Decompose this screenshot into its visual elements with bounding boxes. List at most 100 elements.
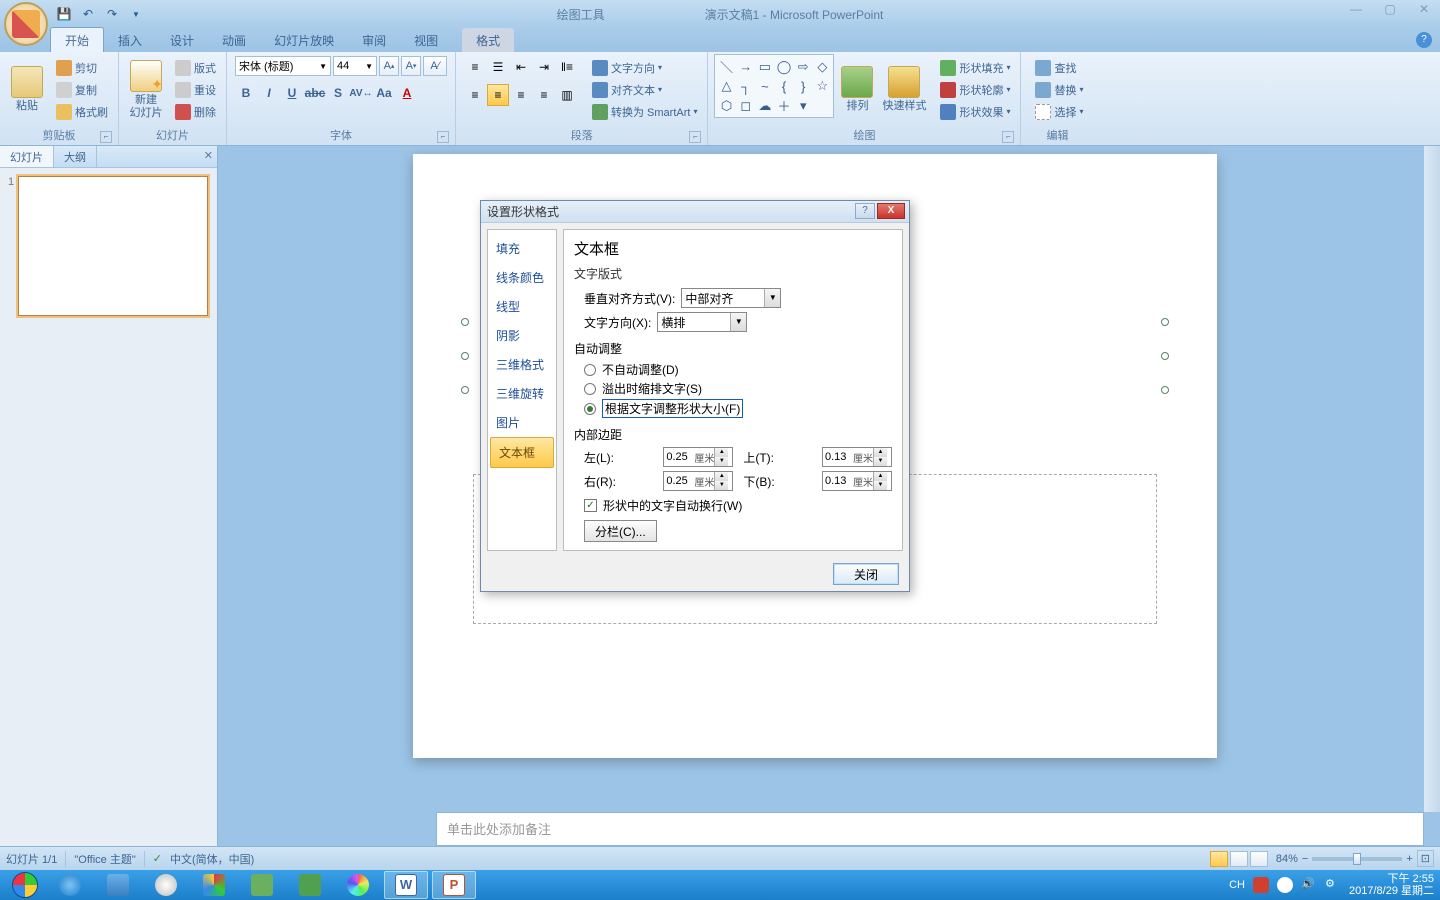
columns-button[interactable]: ▥ — [556, 84, 578, 106]
taskbar-clock[interactable]: 下午 2:55 2017/8/29 星期二 — [1349, 873, 1434, 897]
numbering-button[interactable]: ☰ — [487, 56, 509, 78]
spin-down-icon[interactable]: ▼ — [874, 481, 887, 490]
copy-button[interactable]: 复制 — [52, 80, 112, 100]
margin-bottom-input[interactable]: 厘米▲▼ — [822, 471, 892, 491]
resize-handle[interactable] — [1161, 386, 1169, 394]
zoom-slider[interactable] — [1312, 857, 1402, 861]
reset-button[interactable]: 重设 — [171, 80, 220, 100]
layout-button[interactable]: 版式 — [171, 58, 220, 78]
strike-button[interactable]: abc — [304, 82, 326, 104]
drawing-launcher-icon[interactable]: ⌐ — [1002, 131, 1014, 143]
tab-insert[interactable]: 插入 — [104, 28, 156, 52]
panel-close-icon[interactable]: ✕ — [204, 149, 213, 162]
tab-review[interactable]: 审阅 — [348, 28, 400, 52]
taskbar-app1[interactable] — [144, 871, 188, 899]
shrink-font-button[interactable]: A▾ — [401, 56, 421, 76]
spin-up-icon[interactable]: ▲ — [715, 448, 728, 457]
dialog-close-button[interactable]: X — [877, 203, 905, 219]
text-direction-button[interactable]: 文字方向 ▾ — [588, 58, 701, 78]
tab-home[interactable]: 开始 — [50, 27, 104, 52]
indent-dec-button[interactable]: ⇤ — [510, 56, 532, 78]
fit-window-button[interactable]: ⊡ — [1417, 850, 1434, 867]
taskbar-word[interactable]: W — [384, 871, 428, 899]
radio-no-autofit[interactable] — [584, 364, 596, 376]
taskbar-powerpoint[interactable]: P — [432, 871, 476, 899]
font-size-select[interactable]: 44▼ — [333, 56, 377, 76]
shape-cloud-icon[interactable]: ☁ — [756, 96, 774, 115]
taskbar-ie[interactable] — [48, 871, 92, 899]
tab-view[interactable]: 视图 — [400, 28, 452, 52]
zoom-thumb[interactable] — [1353, 853, 1361, 865]
help-icon[interactable]: ? — [1416, 32, 1432, 48]
arrange-button[interactable]: 排列 — [838, 54, 876, 125]
new-slide-button[interactable]: ✦ 新建 幻灯片 — [125, 54, 167, 125]
maximize-button[interactable]: ▢ — [1378, 2, 1402, 18]
shadow-button[interactable]: S — [327, 82, 349, 104]
ime-indicator[interactable]: CH — [1229, 879, 1245, 891]
shape-curve-icon[interactable]: ~ — [756, 77, 774, 95]
view-normal-button[interactable] — [1210, 851, 1228, 867]
dialog-title-bar[interactable]: 设置形状格式 ? X — [481, 201, 909, 223]
qat-redo-icon[interactable]: ↷ — [102, 4, 122, 24]
qat-undo-icon[interactable]: ↶ — [78, 4, 98, 24]
resize-handle[interactable] — [1161, 318, 1169, 326]
direction-select[interactable]: 横排▼ — [657, 312, 747, 332]
wrap-checkbox[interactable]: ✓ — [584, 499, 597, 512]
zoom-percent[interactable]: 84% — [1276, 853, 1298, 865]
resize-handle[interactable] — [1161, 352, 1169, 360]
find-button[interactable]: 查找 — [1031, 58, 1087, 78]
format-painter-button[interactable]: 格式刷 — [52, 102, 112, 122]
taskbar-app2[interactable] — [192, 871, 236, 899]
font-color-button[interactable]: A — [396, 82, 418, 104]
radio-resize-shape[interactable] — [584, 403, 596, 415]
resize-handle[interactable] — [461, 318, 469, 326]
underline-button[interactable]: U — [281, 82, 303, 104]
cut-button[interactable]: 剪切 — [52, 58, 112, 78]
shape-hex-icon[interactable]: ⬡ — [717, 96, 735, 115]
office-button[interactable] — [4, 2, 48, 46]
tray-volume-icon[interactable]: 🔊 — [1301, 877, 1317, 893]
tray-settings-icon[interactable]: ⚙ — [1325, 877, 1341, 893]
minimize-button[interactable]: — — [1344, 2, 1368, 18]
shape-line-icon[interactable]: ＼ — [717, 57, 735, 76]
view-slideshow-button[interactable] — [1250, 851, 1268, 867]
shape-brace2-icon[interactable]: } — [794, 77, 812, 95]
zoom-in-button[interactable]: + — [1406, 853, 1412, 865]
nav-shadow[interactable]: 阴影 — [488, 321, 556, 350]
shape-tri-icon[interactable]: △ — [717, 77, 735, 95]
shape-arrow2-icon[interactable]: ⇨ — [794, 57, 812, 76]
shape-diamond-icon[interactable]: ◇ — [813, 57, 831, 76]
vertical-scrollbar[interactable] — [1424, 146, 1440, 812]
align-text-button[interactable]: 对齐文本 ▾ — [588, 80, 701, 100]
start-button[interactable] — [6, 871, 44, 899]
resize-handle[interactable] — [461, 386, 469, 394]
radio-shrink[interactable] — [584, 383, 596, 395]
spin-up-icon[interactable]: ▲ — [874, 448, 887, 457]
nav-picture[interactable]: 图片 — [488, 408, 556, 437]
tab-slides[interactable]: 幻灯片 — [0, 146, 54, 167]
align-center-button[interactable]: ≡ — [487, 84, 509, 106]
shape-plus-icon[interactable]: ＋ — [775, 96, 793, 115]
shapes-gallery[interactable]: ＼→▭◯⇨◇ △┐~{}☆ ⬡◻☁＋▾ — [714, 54, 834, 118]
replace-button[interactable]: 替换 ▾ — [1031, 80, 1087, 100]
shape-callout-icon[interactable]: ◻ — [737, 96, 755, 115]
nav-3d-format[interactable]: 三维格式 — [488, 350, 556, 379]
select-button[interactable]: 选择 ▾ — [1031, 102, 1087, 122]
font-name-select[interactable]: 宋体 (标题)▼ — [235, 56, 331, 76]
line-spacing-button[interactable]: ‖≡ — [556, 56, 578, 78]
spellcheck-icon[interactable]: ✓ — [153, 852, 162, 865]
close-button[interactable]: ✕ — [1412, 2, 1436, 18]
font-launcher-icon[interactable]: ⌐ — [437, 131, 449, 143]
tab-outline[interactable]: 大纲 — [54, 146, 97, 167]
bold-button[interactable]: B — [235, 82, 257, 104]
paste-button[interactable]: 粘贴 — [6, 54, 48, 125]
tab-design[interactable]: 设计 — [156, 28, 208, 52]
tray-icon-2[interactable] — [1277, 877, 1293, 893]
taskbar-app4[interactable] — [288, 871, 332, 899]
indent-inc-button[interactable]: ⇥ — [533, 56, 555, 78]
shape-star-icon[interactable]: ☆ — [813, 77, 831, 95]
spin-up-icon[interactable]: ▲ — [715, 472, 728, 481]
bullets-button[interactable]: ≡ — [464, 56, 486, 78]
justify-button[interactable]: ≡ — [533, 84, 555, 106]
shape-brace-icon[interactable]: { — [775, 77, 793, 95]
